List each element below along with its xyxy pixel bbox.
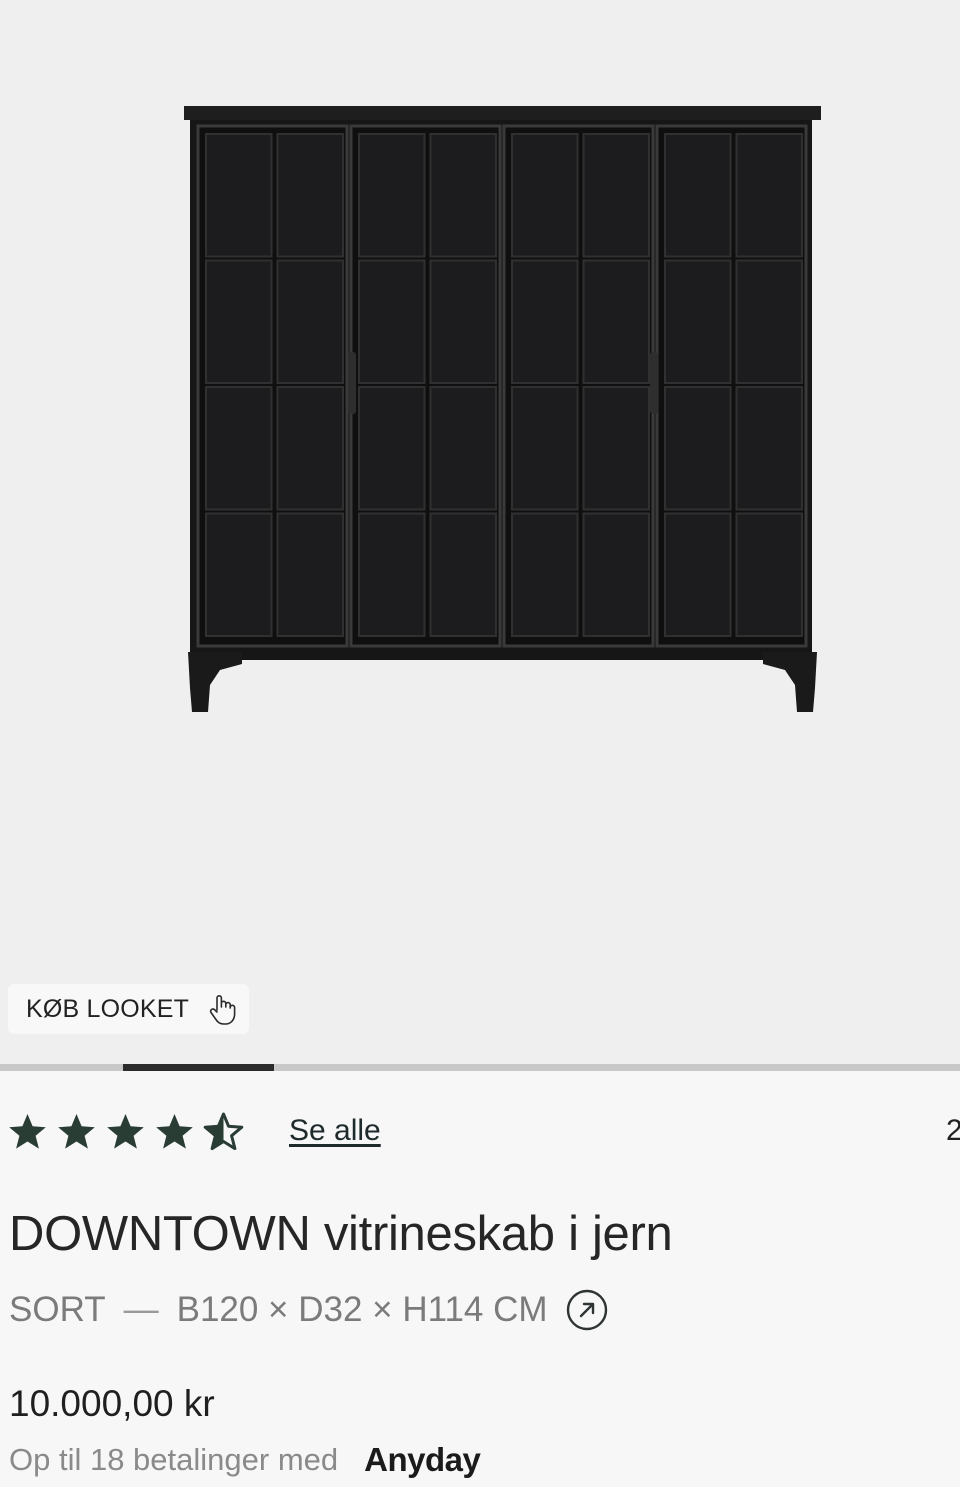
glass-pane	[205, 259, 273, 384]
product-price: 10.000,00 kr	[9, 1383, 215, 1424]
glass-pane	[582, 259, 650, 384]
glass-pane	[358, 133, 426, 258]
financing-text: Op til 18 betalinger med	[9, 1442, 339, 1477]
variant-dimensions: B120 × D32 × H114 CM	[176, 1290, 548, 1329]
glass-pane	[429, 386, 497, 511]
glass-pane	[358, 512, 426, 637]
glass-pane	[664, 259, 732, 384]
glass-pane	[429, 133, 497, 258]
glass-pane	[735, 512, 803, 637]
glass-pane	[735, 133, 803, 258]
glass-pane	[664, 133, 732, 258]
glass-pane	[276, 512, 344, 637]
glass-pane	[582, 386, 650, 511]
star-full-icon	[107, 1114, 144, 1149]
rating-row: Se alle 2	[6, 1110, 960, 1156]
rating-stars	[6, 1112, 245, 1152]
financing-info: Op til 18 betalinger med Anyday	[9, 1440, 481, 1480]
glass-pane	[205, 386, 273, 511]
cabinet-image	[184, 106, 821, 712]
door-handle	[348, 352, 356, 414]
glass-pane	[358, 259, 426, 384]
variant-color: SORT	[9, 1290, 106, 1329]
glass-pane	[664, 512, 732, 637]
glass-pane	[276, 386, 344, 511]
glass-pane	[429, 259, 497, 384]
product-variant-info: SORT — B120 × D32 × H114 CM	[9, 1288, 608, 1332]
door-handle	[650, 352, 658, 414]
pointer-hand-icon	[209, 995, 236, 1025]
star-half-icon	[203, 1112, 244, 1151]
glass-pane	[358, 386, 426, 511]
glass-pane	[429, 512, 497, 637]
glass-pane	[511, 386, 579, 511]
glass-pane	[511, 133, 579, 258]
glass-pane	[511, 259, 579, 384]
glass-pane	[205, 133, 273, 258]
external-link-arrow-icon[interactable]	[566, 1289, 608, 1331]
variant-separator: —	[123, 1290, 159, 1329]
glass-pane	[205, 512, 273, 637]
star-full-icon	[156, 1114, 193, 1149]
glass-pane	[582, 512, 650, 637]
review-count: 2	[946, 1114, 960, 1147]
glass-pane	[664, 386, 732, 511]
product-title: DOWNTOWN vitrineskab i jern	[9, 1207, 673, 1261]
gallery-progress-indicator	[123, 1064, 274, 1071]
see-all-reviews-link[interactable]: Se alle	[289, 1114, 381, 1148]
glass-pane	[511, 512, 579, 637]
glass-pane	[276, 259, 344, 384]
glass-pane	[735, 259, 803, 384]
gallery-progress-bar	[0, 1064, 960, 1071]
star-full-icon	[9, 1114, 46, 1149]
glass-pane	[582, 133, 650, 258]
glass-pane	[276, 133, 344, 258]
product-gallery[interactable]: KØB LOOKET	[0, 0, 960, 1066]
shop-look-label: KØB LOOKET	[26, 994, 190, 1023]
star-full-icon	[58, 1114, 95, 1149]
glass-pane	[735, 386, 803, 511]
anyday-logo: Anyday	[364, 1441, 481, 1478]
shop-the-look-button[interactable]: KØB LOOKET	[8, 984, 249, 1034]
